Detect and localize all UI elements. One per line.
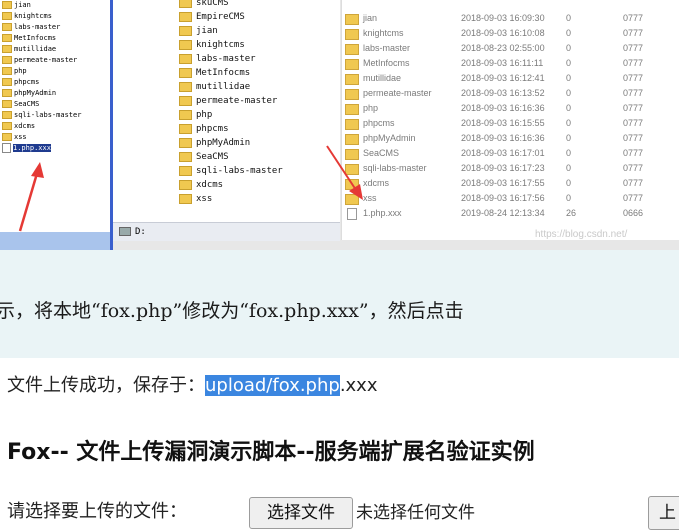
upload-button[interactable]: 上 [648, 496, 679, 530]
page-title: Fox-- 文件上传漏洞演示脚本--服务端扩展名验证实例 [7, 440, 535, 465]
file-manager-screenshot: jian knightcms labs-master MetInfocms mu… [0, 0, 679, 250]
choose-file-button[interactable]: 选择文件 [249, 497, 353, 529]
caption-text: 示，将本地“fox.php”修改为“fox.php.xxx”，然后点击 [0, 300, 464, 322]
choose-file-label: 请选择要上传的文件： [7, 501, 187, 522]
no-file-status: 未选择任何文件 [356, 503, 475, 523]
arrow-icon [18, 162, 44, 232]
annotation-arrows [18, 145, 363, 232]
arrow-icon [326, 145, 363, 200]
upload-success-message: 文件上传成功，保存于：upload/fox.php.xxx [7, 375, 378, 396]
uploaded-path-highlight: upload/fox.php [205, 375, 340, 396]
